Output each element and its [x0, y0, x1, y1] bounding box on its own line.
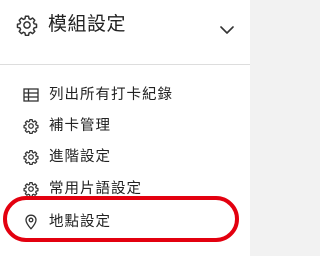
module-settings-title: 模組設定 [48, 13, 127, 35]
table-icon [23, 88, 39, 102]
menu-item-list-all-records[interactable]: 列出所有打卡紀錄 [0, 79, 250, 111]
menu-item-punch-correction[interactable]: 補卡管理 [0, 110, 250, 142]
menu-item-label: 常用片語設定 [49, 181, 142, 197]
gear-icon [23, 182, 39, 197]
menu-item-label: 進階設定 [49, 149, 111, 165]
chevron-down-icon[interactable] [220, 25, 234, 35]
gear-icon [16, 15, 38, 36]
menu-item-advanced-settings[interactable]: 進階設定 [0, 141, 250, 173]
header-divider [0, 64, 250, 65]
gear-icon [23, 119, 39, 134]
gear-icon [23, 150, 39, 165]
menu-item-label: 補卡管理 [49, 118, 111, 134]
menu-item-location-settings[interactable]: 地點設定 [0, 206, 250, 238]
menu-item-label: 地點設定 [49, 214, 111, 230]
location-pin-icon [25, 214, 37, 230]
menu-item-label: 列出所有打卡紀錄 [49, 87, 173, 103]
module-settings-header[interactable]: 模組設定 [0, 0, 250, 52]
menu-item-common-phrases[interactable]: 常用片語設定 [0, 173, 250, 205]
module-settings-panel: 模組設定 列出所有打卡紀錄 補卡管理 進階設定 常用片語設定 地點設定 [0, 0, 250, 256]
